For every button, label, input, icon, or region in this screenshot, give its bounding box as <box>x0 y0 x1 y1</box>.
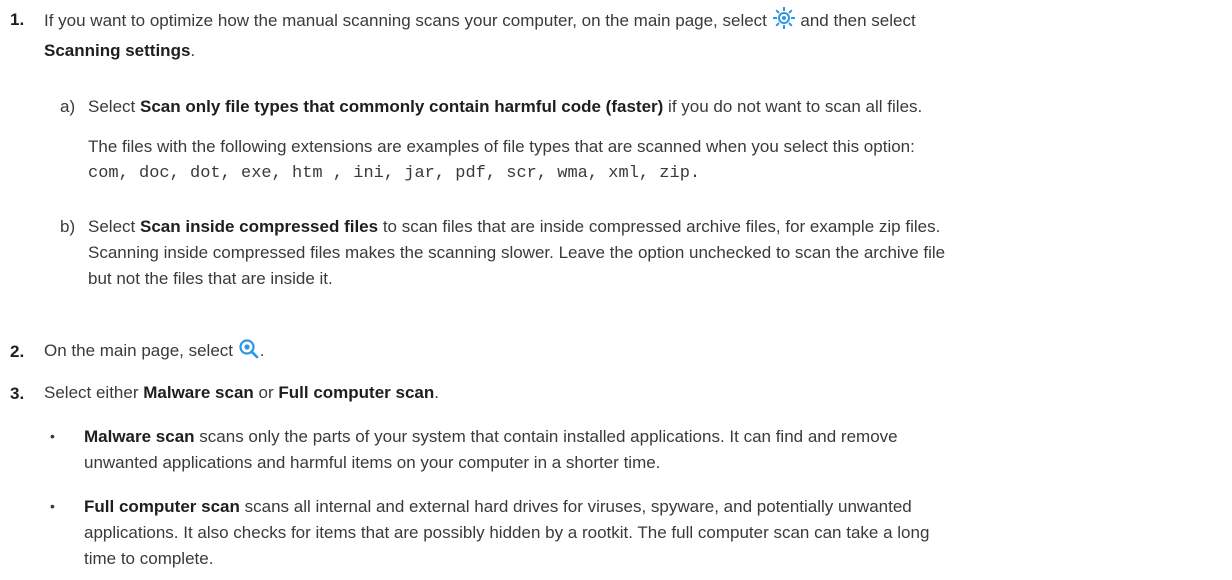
substep-b-text: Select Scan inside compressed files to s… <box>88 217 946 288</box>
step-number: 2. <box>10 342 25 361</box>
list-item-text: Full computer scan scans all internal an… <box>84 497 930 568</box>
list-item-text: Malware scan scans only the parts of you… <box>84 427 898 472</box>
step-number: 1. <box>10 10 25 29</box>
substep-letter: b) <box>60 217 76 236</box>
extension-list: com, doc, dot, exe, htm , ini, jar, pdf,… <box>88 164 701 183</box>
step-text: If you want to optimize how the manual s… <box>44 6 916 64</box>
gear-icon <box>772 6 796 38</box>
substep-letter: a) <box>60 97 76 116</box>
step-text: Select either Malware scan or Full compu… <box>44 383 439 402</box>
substep-a-text: Select Scan only file types that commonl… <box>88 97 923 116</box>
bullet-icon: • <box>50 498 55 514</box>
substep-a-description: The files with the following extensions … <box>88 137 915 156</box>
step-number: 3. <box>10 384 25 403</box>
step-text: On the main page, select . <box>44 338 264 368</box>
bullet-icon: • <box>50 428 55 444</box>
scan-icon <box>238 338 260 368</box>
